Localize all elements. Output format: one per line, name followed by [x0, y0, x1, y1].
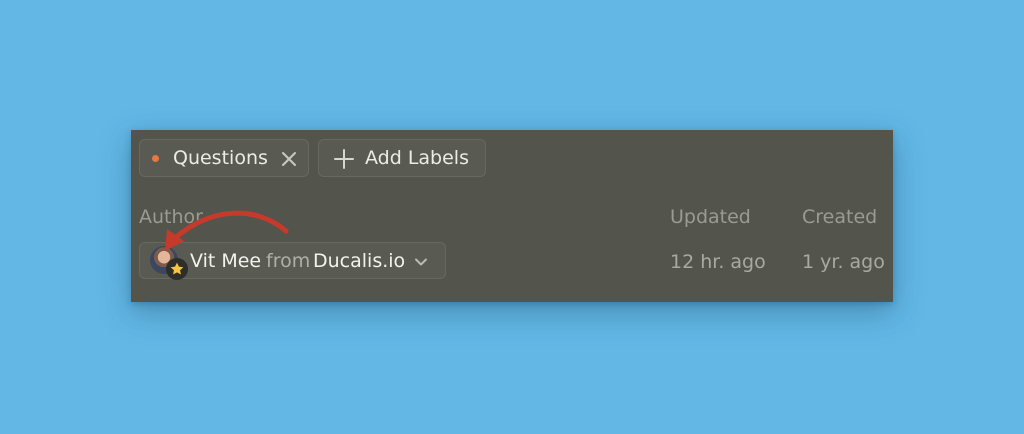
author-from-text: from: [266, 250, 311, 272]
column-header-updated: Updated: [670, 206, 751, 228]
label-chip-text: Questions: [173, 147, 268, 169]
author-organization: Ducalis.io: [313, 250, 406, 272]
updated-time: 12 hr. ago: [670, 251, 766, 273]
star-icon: [166, 258, 188, 280]
conversation-detail-panel: Questions Add Labels Author Updated Crea…: [131, 130, 893, 302]
created-time: 1 yr. ago: [802, 251, 885, 273]
close-icon[interactable]: [280, 150, 298, 168]
column-header-author: Author: [139, 206, 203, 228]
add-labels-button[interactable]: Add Labels: [318, 139, 486, 177]
label-color-dot: [152, 155, 159, 162]
column-header-created: Created: [802, 206, 878, 228]
author-selector[interactable]: Vit Mee from Ducalis.io: [139, 242, 446, 280]
label-chip-questions[interactable]: Questions: [139, 139, 309, 177]
plus-icon: [333, 148, 355, 170]
add-labels-label: Add Labels: [365, 147, 469, 169]
author-name: Vit Mee: [190, 250, 262, 272]
chevron-down-icon[interactable]: [414, 254, 428, 268]
